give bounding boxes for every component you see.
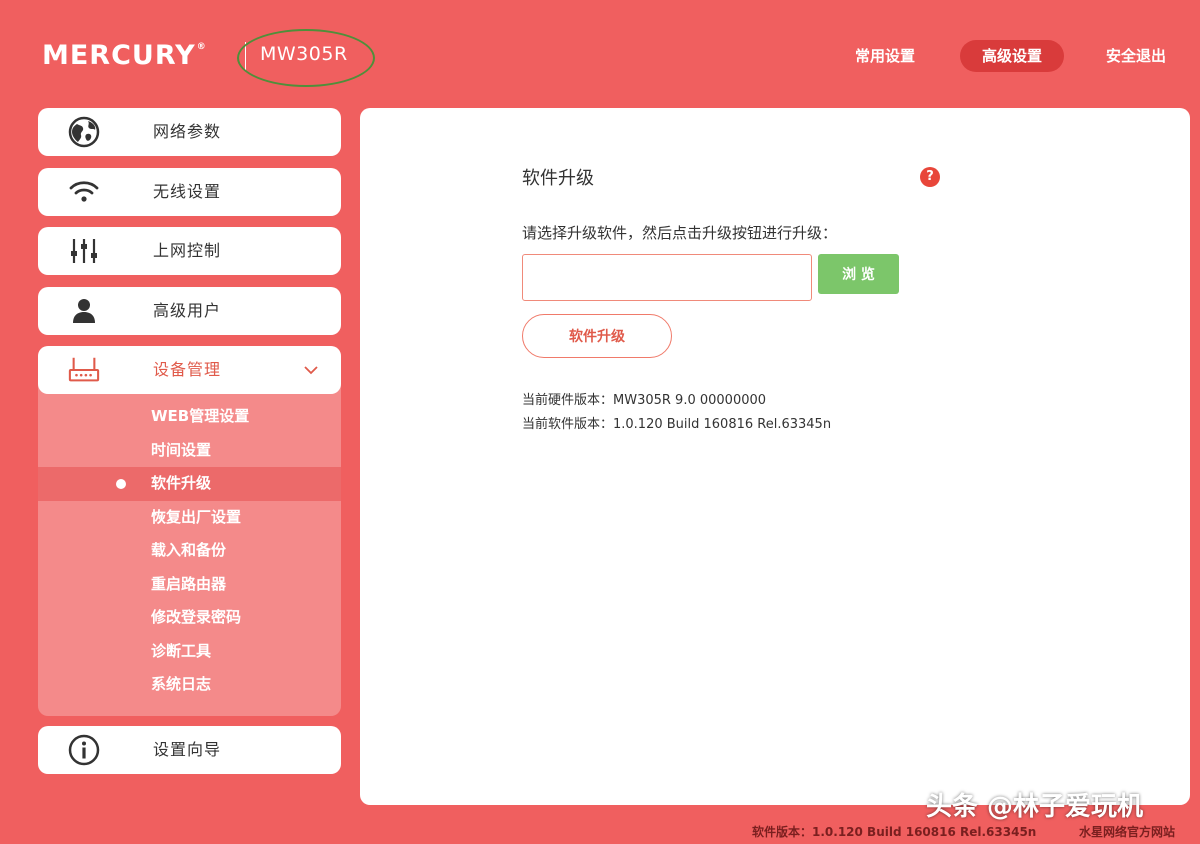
- sidebar-item-network[interactable]: 网络参数: [38, 108, 341, 156]
- submenu-system-log[interactable]: 系统日志: [38, 668, 341, 702]
- nav-common-settings[interactable]: 常用设置: [850, 40, 920, 72]
- submenu-label: 重启路由器: [151, 574, 227, 593]
- sidebar-item-device-management[interactable]: 设备管理: [38, 346, 341, 394]
- globe-icon: [68, 116, 100, 148]
- help-icon[interactable]: ?: [920, 167, 940, 187]
- submenu-label: WEB管理设置: [151, 407, 250, 425]
- sidebar-item-wireless[interactable]: 无线设置: [38, 168, 341, 216]
- page-title: 软件升级: [522, 168, 594, 189]
- sidebar-item-label: 网络参数: [153, 122, 222, 141]
- submenu-change-password[interactable]: 修改登录密码: [38, 601, 341, 635]
- chevron-down-icon[interactable]: [303, 362, 319, 382]
- brand-mark: ®: [196, 42, 207, 52]
- upgrade-file-input[interactable]: [522, 254, 812, 301]
- upgrade-instruction: 请选择升级软件，然后点击升级按钮进行升级：: [522, 224, 838, 242]
- router-icon: [68, 354, 100, 386]
- footer-software-version: 软件版本：1.0.120 Build 160816 Rel.63345n: [752, 825, 1037, 839]
- hardware-version: 当前硬件版本：MW305R 9.0 00000000: [522, 393, 767, 408]
- submenu-reboot-router[interactable]: 重启路由器: [38, 568, 341, 602]
- info-icon: [68, 734, 100, 766]
- submenu-label: 时间设置: [151, 440, 212, 459]
- submenu-time-settings[interactable]: 时间设置: [38, 434, 341, 468]
- sidebar-item-setup-wizard[interactable]: 设置向导: [38, 726, 341, 774]
- submenu-web-management[interactable]: WEB管理设置: [38, 400, 341, 434]
- software-upgrade-button[interactable]: 软件升级: [522, 314, 672, 358]
- brand-logo: MERCURY®: [42, 40, 207, 71]
- submenu-software-upgrade[interactable]: 软件升级: [38, 467, 341, 501]
- sidebar-item-label: 高级用户: [153, 301, 222, 320]
- sliders-icon: [68, 235, 100, 267]
- sidebar-item-label: 无线设置: [153, 182, 222, 201]
- submenu-label: 系统日志: [151, 675, 212, 693]
- sidebar-item-label: 上网控制: [153, 241, 222, 260]
- submenu-load-backup[interactable]: 载入和备份: [38, 534, 341, 568]
- active-dot-icon: [116, 479, 126, 489]
- sidebar-item-access-control[interactable]: 上网控制: [38, 227, 341, 275]
- nav-advanced-settings[interactable]: 高级设置: [960, 40, 1064, 72]
- submenu-label: 恢复出厂设置: [151, 507, 242, 526]
- submenu-label: 软件升级: [151, 474, 212, 492]
- submenu-diagnostic-tools[interactable]: 诊断工具: [38, 635, 341, 669]
- software-version: 当前软件版本：1.0.120 Build 160816 Rel.63345n: [522, 417, 832, 432]
- footer-official-site-link[interactable]: 水星网络官方网站: [1079, 823, 1175, 840]
- nav-logout[interactable]: 安全退出: [1100, 40, 1172, 72]
- main-panel: 软件升级 ? 请选择升级软件，然后点击升级按钮进行升级： 浏 览 软件升级 当前…: [360, 108, 1190, 805]
- wifi-icon: [68, 176, 100, 208]
- submenu-label: 修改登录密码: [151, 608, 242, 626]
- model-highlight-circle: [237, 29, 375, 87]
- sidebar-item-label: 设备管理: [153, 360, 222, 379]
- watermark: 头条 @林子爱玩机: [926, 792, 1144, 822]
- sidebar-item-label: 设置向导: [153, 740, 222, 759]
- brand-name: MERCURY: [42, 40, 196, 71]
- submenu-label: 诊断工具: [151, 641, 212, 660]
- browse-button[interactable]: 浏 览: [818, 254, 899, 294]
- sidebar-item-advanced-user[interactable]: 高级用户: [38, 287, 341, 335]
- user-icon: [68, 295, 100, 327]
- submenu-factory-reset[interactable]: 恢复出厂设置: [38, 501, 341, 535]
- submenu-label: 载入和备份: [151, 541, 227, 559]
- device-management-submenu: WEB管理设置 时间设置 软件升级 恢复出厂设置 载入和备份 重启路由器 修改登…: [38, 400, 341, 702]
